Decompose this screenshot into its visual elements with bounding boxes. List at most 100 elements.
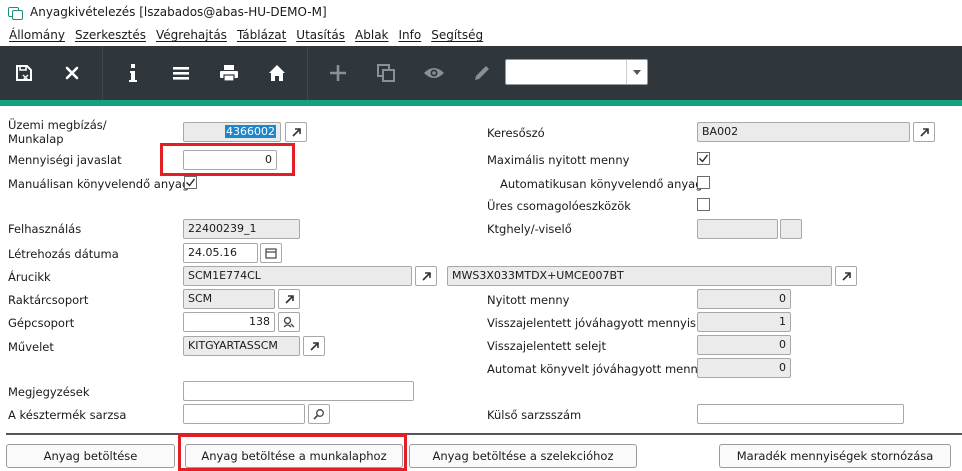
machine-group-search-button[interactable]: [278, 312, 300, 332]
toolbar-dropdown[interactable]: [505, 59, 648, 85]
warehouse-group-label: Raktárcsoport: [8, 293, 89, 307]
notes-label: Megjegyzések: [8, 385, 90, 399]
menu-execute[interactable]: Végrehajtás: [151, 28, 232, 42]
finished-batch-field[interactable]: [183, 404, 305, 424]
work-order-link-button[interactable]: [285, 122, 307, 142]
machine-group-label: Gépcsoport: [8, 316, 75, 330]
calendar-button[interactable]: [260, 243, 282, 263]
close-button[interactable]: [48, 46, 96, 100]
work-order-label-2: Munkalap: [8, 132, 64, 146]
info-icon: [129, 64, 137, 82]
check-icon: [699, 154, 709, 163]
created-date-label: Létrehozás dátuma: [8, 247, 119, 261]
empty-packaging-label: Üres csomagolóeszközök: [487, 199, 631, 213]
warehouse-group-link-button[interactable]: [278, 289, 300, 309]
arrow-up-right-icon: [421, 271, 431, 281]
notes-field[interactable]: [183, 381, 414, 401]
print-button[interactable]: [205, 46, 253, 100]
button-separator: [6, 433, 962, 435]
empty-packaging-checkbox[interactable]: [697, 198, 710, 211]
reported-scrap-label: Visszajelentett selejt: [487, 339, 607, 353]
info-button[interactable]: [109, 46, 157, 100]
warehouse-group-field[interactable]: SCM: [183, 289, 275, 309]
print-icon: [220, 65, 238, 82]
suggested-qty-field[interactable]: 0: [183, 150, 277, 170]
manual-post-checkbox[interactable]: [184, 176, 197, 189]
cost-center-field[interactable]: [697, 219, 778, 239]
search-icon: [313, 409, 324, 420]
menu-command[interactable]: Utasítás: [291, 28, 350, 42]
copy-icon: [377, 64, 395, 82]
arrow-up-right-icon: [841, 271, 851, 281]
article-label: Árucikk: [8, 270, 51, 284]
window-title: Anyagkivételezés [lszabados@abas-HU-DEMO…: [30, 5, 327, 19]
calendar-icon: [265, 248, 277, 259]
app-icon: [8, 6, 23, 20]
auto-posted-approved-label: Automat könyvelt jóváhagyott menny: [487, 362, 705, 376]
menu-edit[interactable]: Szerkesztés: [70, 28, 151, 42]
arrow-up-right-icon: [284, 294, 294, 304]
add-button[interactable]: [314, 46, 362, 100]
toolbar-separator: [102, 46, 103, 100]
menu-info[interactable]: Info: [394, 28, 427, 42]
pencil-icon: [475, 66, 489, 80]
view-button[interactable]: [410, 46, 458, 100]
chevron-down-icon[interactable]: [626, 60, 647, 84]
load-material-button[interactable]: Anyag betöltése: [6, 444, 175, 468]
menu-window[interactable]: Ablak: [350, 28, 393, 42]
save-icon: [16, 65, 32, 81]
reported-approved-field[interactable]: 1: [697, 312, 791, 332]
operation-field[interactable]: KITGYARTASSCM: [183, 336, 300, 356]
open-qty-label: Nyitott menny: [487, 293, 570, 307]
eye-icon: [424, 68, 444, 78]
title-bar: Anyagkivételezés [lszabados@abas-HU-DEMO…: [0, 0, 962, 24]
cost-center-button[interactable]: [780, 219, 802, 239]
home-button[interactable]: [253, 46, 301, 100]
home-icon: [269, 65, 285, 81]
article-name-field[interactable]: MWS3X033MTDX+UMCE007BT: [447, 266, 832, 286]
load-material-workorder-button[interactable]: Anyag betöltése a munkalaphoz: [185, 444, 403, 468]
menu-bar: Állomány Szerkesztés Végrehajtás Tábláza…: [0, 24, 962, 46]
finished-batch-search-button[interactable]: [308, 404, 330, 424]
close-icon: [65, 66, 79, 80]
menu-help[interactable]: Segítség: [426, 28, 488, 42]
search-word-link-button[interactable]: [913, 122, 935, 142]
toolbar-separator: [307, 46, 308, 100]
external-batch-field[interactable]: [697, 404, 904, 424]
max-open-qty-label: Maximális nyitott menny: [487, 153, 630, 167]
arrow-up-right-icon: [919, 127, 929, 137]
menu-list-button[interactable]: [157, 46, 205, 100]
created-date-field[interactable]: 24.05.16: [183, 243, 258, 263]
menu-table[interactable]: Táblázat: [232, 28, 291, 42]
work-order-field[interactable]: 4366002: [183, 122, 281, 142]
menu-icon: [173, 67, 189, 80]
usage-field[interactable]: 22400239_1: [183, 219, 300, 239]
max-open-qty-checkbox[interactable]: [697, 152, 710, 165]
article-name-link-button[interactable]: [835, 266, 857, 286]
search-word-label: Keresőszó: [487, 126, 545, 140]
search-person-icon: [283, 316, 295, 328]
manual-post-label: Manuálisan könyvelendő anyag: [8, 177, 190, 191]
auto-post-checkbox[interactable]: [697, 176, 710, 189]
search-word-field[interactable]: BA002: [697, 122, 910, 142]
article-link-button[interactable]: [415, 266, 437, 286]
menu-file[interactable]: Állomány: [4, 28, 70, 42]
copy-button[interactable]: [362, 46, 410, 100]
work-order-label-1: Üzemi megbízás/: [8, 118, 107, 132]
auto-posted-approved-field[interactable]: 0: [697, 358, 791, 378]
operation-label: Művelet: [8, 340, 54, 354]
edit-button[interactable]: [458, 46, 506, 100]
toolbar: [0, 46, 962, 100]
open-qty-field[interactable]: 0: [697, 289, 791, 309]
article-code-field[interactable]: SCM1E774CL: [183, 266, 412, 286]
auto-post-label: Automatikusan könyvelendő anyag: [500, 177, 703, 191]
save-button[interactable]: [0, 46, 48, 100]
check-icon: [186, 178, 196, 187]
finished-batch-label: A késztermék sarzsa: [8, 408, 127, 422]
reported-scrap-field[interactable]: 0: [697, 335, 791, 355]
load-material-selection-button[interactable]: Anyag betöltése a szelekcióhoz: [409, 444, 637, 468]
cancel-remaining-button[interactable]: Maradék mennyiségek stornózása: [719, 444, 951, 468]
operation-link-button[interactable]: [303, 336, 325, 356]
cost-center-label: Ktghely/-viselő: [487, 222, 572, 236]
machine-group-field[interactable]: 138: [183, 312, 275, 332]
